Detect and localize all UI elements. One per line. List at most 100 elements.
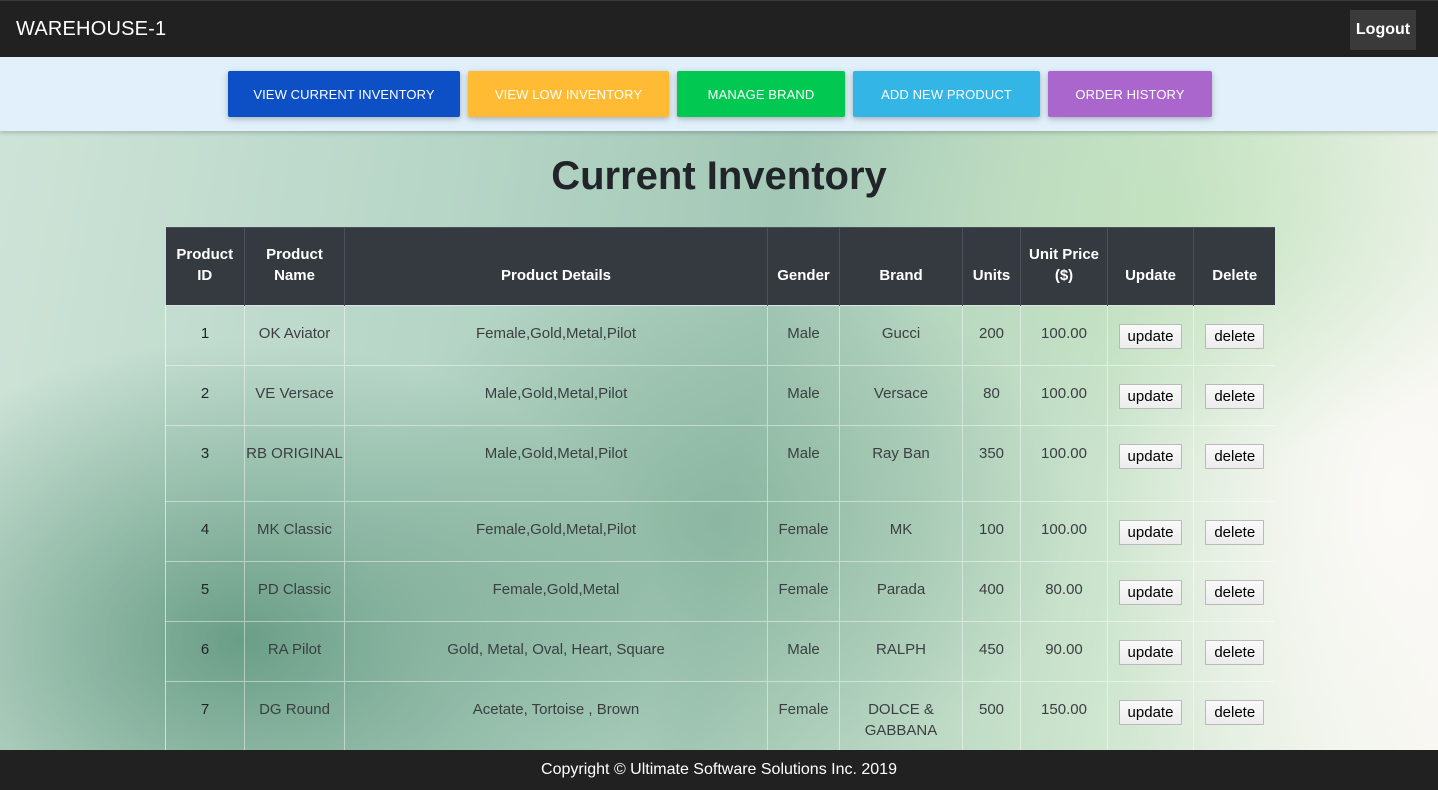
cell-brand: Gucci xyxy=(839,305,963,366)
cell-product-name: VE Versace xyxy=(244,365,345,426)
cell-product-name: MK Classic xyxy=(244,501,345,562)
table-row: 5 PD Classic Female,Gold,Metal Female Pa… xyxy=(165,561,1275,622)
cell-product-details: Female,Gold,Metal xyxy=(344,561,768,622)
cell-units: 100 xyxy=(962,501,1021,562)
header-units: Units xyxy=(962,227,1021,306)
table-row: 7 DG Round Acetate, Tortoise , Brown Fem… xyxy=(165,681,1275,750)
cell-update: update xyxy=(1107,681,1194,750)
cell-product-id: 3 xyxy=(165,425,245,502)
table-row: 3 RB ORIGINAL Male,Gold,Metal,Pilot Male… xyxy=(165,425,1275,502)
header-unit-price-line1: Unit Price xyxy=(1028,246,1100,263)
cell-product-name: OK Aviator xyxy=(244,305,345,366)
update-button[interactable]: update xyxy=(1118,580,1183,605)
cell-unit-price: 100.00 xyxy=(1020,501,1108,562)
cell-delete: delete xyxy=(1193,681,1275,750)
cell-product-id: 1 xyxy=(165,305,245,366)
update-button[interactable]: update xyxy=(1118,700,1183,725)
cell-brand: Ray Ban xyxy=(839,425,963,502)
cell-unit-price: 100.00 xyxy=(1020,305,1108,366)
cell-product-id: 5 xyxy=(165,561,245,622)
delete-button[interactable]: delete xyxy=(1205,444,1265,469)
cell-product-name: PD Classic xyxy=(244,561,345,622)
header-gender: Gender xyxy=(767,227,840,306)
cell-update: update xyxy=(1107,365,1194,426)
table-row: 6 RA Pilot Gold, Metal, Oval, Heart, Squ… xyxy=(165,621,1275,682)
header-update: Update xyxy=(1107,227,1194,306)
cell-product-details: Acetate, Tortoise , Brown xyxy=(344,681,768,750)
cell-product-name: DG Round xyxy=(244,681,345,750)
cell-brand: Versace xyxy=(839,365,963,426)
view-current-inventory-button[interactable]: VIEW CURRENT INVENTORY xyxy=(228,71,460,117)
cell-update: update xyxy=(1107,425,1194,502)
cell-product-id: 2 xyxy=(165,365,245,426)
cell-delete: delete xyxy=(1193,561,1275,622)
cell-gender: Female xyxy=(767,561,840,622)
header-unit-price: Unit Price ($) xyxy=(1020,227,1108,306)
cell-unit-price: 100.00 xyxy=(1020,425,1108,502)
manage-brand-button[interactable]: MANAGE BRAND xyxy=(677,71,845,117)
update-button[interactable]: update xyxy=(1118,384,1183,409)
cell-brand: RALPH xyxy=(839,621,963,682)
view-low-inventory-button[interactable]: VIEW LOW INVENTORY xyxy=(468,71,669,117)
cell-gender: Male xyxy=(767,621,840,682)
header-unit-price-line2: ($) xyxy=(1054,267,1074,284)
header-product-id-line1: Product xyxy=(176,246,234,263)
cell-unit-price: 150.00 xyxy=(1020,681,1108,750)
cell-brand: Parada xyxy=(839,561,963,622)
cell-product-details: Male,Gold,Metal,Pilot xyxy=(344,365,768,426)
table-body: 1 OK Aviator Female,Gold,Metal,Pilot Mal… xyxy=(165,305,1275,750)
delete-button[interactable]: delete xyxy=(1205,640,1265,665)
cell-units: 450 xyxy=(962,621,1021,682)
header-brand: Brand xyxy=(839,227,963,306)
cell-unit-price: 80.00 xyxy=(1020,561,1108,622)
footer: Copyright © Ultimate Software Solutions … xyxy=(0,750,1438,790)
header-product-name: Product Name xyxy=(244,227,345,306)
table-row: 1 OK Aviator Female,Gold,Metal,Pilot Mal… xyxy=(165,305,1275,366)
cell-product-id: 7 xyxy=(165,681,245,750)
cell-delete: delete xyxy=(1193,425,1275,502)
cell-gender: Female xyxy=(767,501,840,562)
inventory-table-container: Product ID Product Name Product Details Ge… xyxy=(165,227,1275,750)
cell-product-details: Female,Gold,Metal,Pilot xyxy=(344,501,768,562)
logout-button[interactable]: Logout xyxy=(1350,10,1416,50)
delete-button[interactable]: delete xyxy=(1205,520,1265,545)
delete-button[interactable]: delete xyxy=(1205,384,1265,409)
cell-units: 200 xyxy=(962,305,1021,366)
cell-product-name: RA Pilot xyxy=(244,621,345,682)
order-history-button[interactable]: ORDER HISTORY xyxy=(1048,71,1212,117)
table-row: 2 VE Versace Male,Gold,Metal,Pilot Male … xyxy=(165,365,1275,426)
delete-button[interactable]: delete xyxy=(1205,580,1265,605)
delete-button[interactable]: delete xyxy=(1205,700,1265,725)
page-title: Current Inventory xyxy=(551,154,887,198)
cell-delete: delete xyxy=(1193,501,1275,562)
cell-delete: delete xyxy=(1193,621,1275,682)
cell-update: update xyxy=(1107,305,1194,366)
header-product-id: Product ID xyxy=(165,227,245,306)
app-brand[interactable]: WAREHOUSE-1 xyxy=(16,18,166,41)
cell-product-id: 6 xyxy=(165,621,245,682)
cell-brand: DOLCE & GABBANA xyxy=(839,681,963,750)
cell-gender: Male xyxy=(767,305,840,366)
cell-units: 80 xyxy=(962,365,1021,426)
delete-button[interactable]: delete xyxy=(1205,324,1265,349)
update-button[interactable]: update xyxy=(1118,324,1183,349)
cell-gender: Male xyxy=(767,365,840,426)
add-new-product-button[interactable]: ADD NEW PRODUCT xyxy=(853,71,1040,117)
copyright-text: Copyright © Ultimate Software Solutions … xyxy=(541,761,897,778)
header-product-name-line2: Name xyxy=(274,267,315,284)
cell-product-details: Male,Gold,Metal,Pilot xyxy=(344,425,768,502)
update-button[interactable]: update xyxy=(1118,444,1183,469)
table-row: 4 MK Classic Female,Gold,Metal,Pilot Fem… xyxy=(165,501,1275,562)
cell-update: update xyxy=(1107,501,1194,562)
cell-unit-price: 90.00 xyxy=(1020,621,1108,682)
update-button[interactable]: update xyxy=(1118,520,1183,545)
cell-unit-price: 100.00 xyxy=(1020,365,1108,426)
header-delete: Delete xyxy=(1193,227,1275,306)
cell-product-id: 4 xyxy=(165,501,245,562)
cell-product-name: RB ORIGINAL xyxy=(244,425,345,502)
update-button[interactable]: update xyxy=(1118,640,1183,665)
cell-gender: Male xyxy=(767,425,840,502)
cell-delete: delete xyxy=(1193,305,1275,366)
header-product-id-line2: ID xyxy=(197,267,213,284)
cell-update: update xyxy=(1107,561,1194,622)
